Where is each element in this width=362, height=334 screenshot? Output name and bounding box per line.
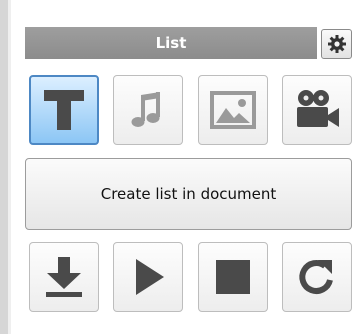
download-button[interactable] <box>29 242 99 312</box>
play-button[interactable] <box>113 242 183 312</box>
image-type-button[interactable] <box>198 75 268 145</box>
image-icon <box>209 90 257 130</box>
play-icon <box>126 255 170 299</box>
audio-type-button[interactable] <box>113 75 183 145</box>
create-list-label: Create list in document <box>100 185 277 203</box>
settings-button[interactable] <box>321 29 352 59</box>
video-camera-icon <box>292 87 342 133</box>
refresh-button[interactable] <box>282 242 352 312</box>
gear-icon <box>327 34 347 54</box>
create-list-button[interactable]: Create list in document <box>25 158 352 230</box>
panel-title: List <box>25 27 317 59</box>
panel-left-border <box>0 0 11 334</box>
music-note-icon <box>126 88 170 132</box>
text-type-button[interactable] <box>29 75 99 145</box>
download-icon <box>40 253 88 301</box>
text-t-icon <box>38 84 90 136</box>
stop-button[interactable] <box>198 242 268 312</box>
stop-icon <box>211 255 255 299</box>
video-type-button[interactable] <box>282 75 352 145</box>
refresh-icon <box>294 254 340 300</box>
